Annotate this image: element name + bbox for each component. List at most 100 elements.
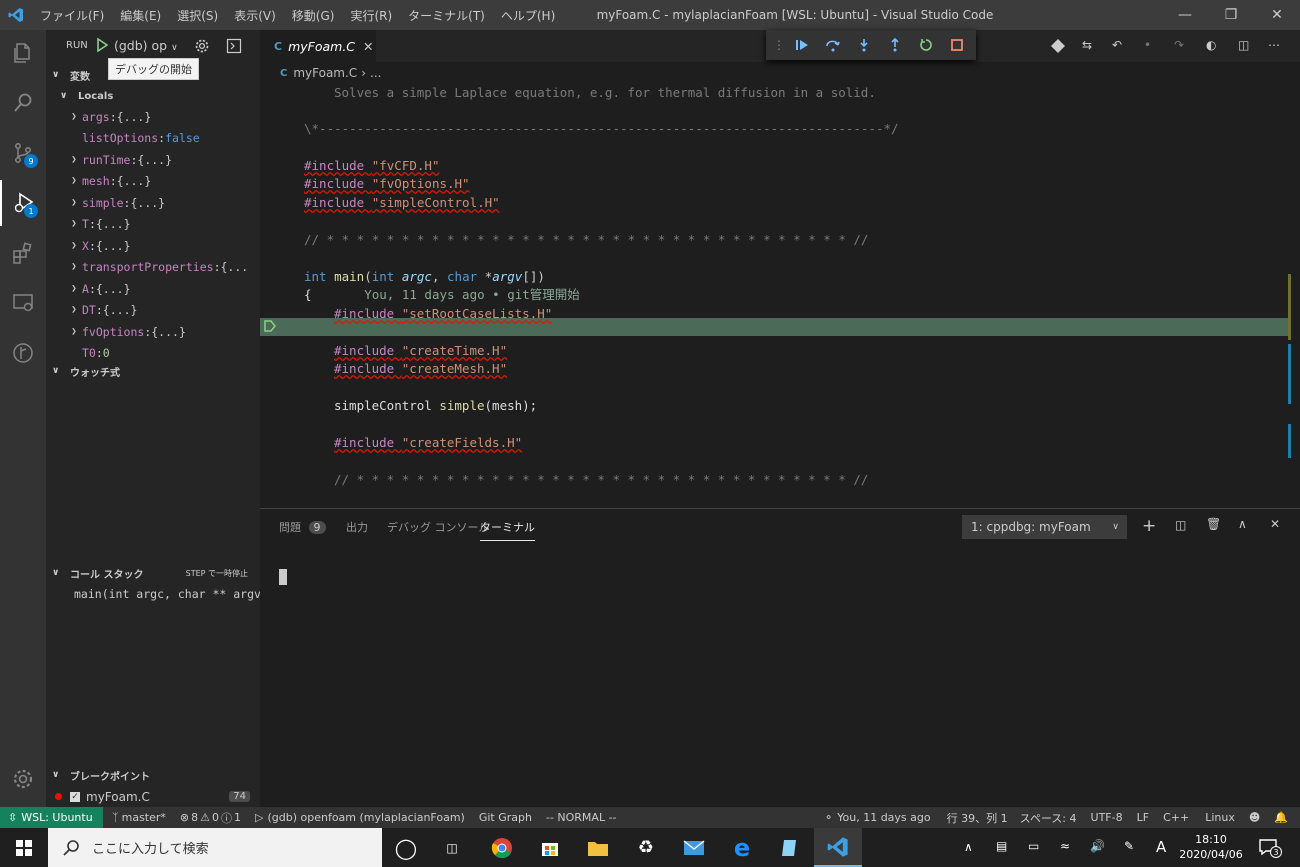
step-out-icon[interactable] [879, 30, 910, 60]
callstack-section-header[interactable]: ∨ コール スタック STEP で一時停止 [46, 562, 260, 584]
info-count[interactable]: 1 [234, 811, 241, 824]
remote-explorer-icon[interactable] [0, 280, 46, 326]
network-status-icon[interactable]: ▤ [996, 839, 1007, 853]
source-control-icon[interactable]: 9 [0, 130, 46, 176]
menu-terminal[interactable]: ターミナル(T) [400, 7, 493, 24]
tab-myfoam[interactable]: C myFoam.C ✕ [260, 30, 376, 62]
windows-start-icon[interactable] [0, 828, 48, 867]
warning-count[interactable]: 0 [212, 811, 219, 824]
debug-config-select[interactable]: (gdb) op ∨ [114, 38, 178, 53]
taskbar-search-box[interactable]: ここに入力して検索 [48, 828, 382, 867]
variable-item[interactable]: ❯ simple: {...} [46, 192, 260, 213]
debug-config-status[interactable]: (gdb) openfoam (mylaplacianFoam) [267, 811, 464, 824]
extensions-icon[interactable] [0, 230, 46, 276]
breakpoint-item[interactable]: ✓ myFoam.C 74 [46, 786, 260, 807]
tab-terminal[interactable]: ターミナル [480, 519, 535, 541]
code-editor[interactable]: Solves a simple Laplace equation, e.g. f… [260, 84, 1300, 506]
breakpoint-checkbox[interactable]: ✓ [70, 791, 80, 802]
menu-file[interactable]: ファイル(F) [32, 7, 112, 24]
run-debug-icon[interactable]: 1 [0, 180, 46, 226]
variable-item[interactable]: ❯ X: {...} [46, 235, 260, 256]
eol[interactable]: LF [1137, 811, 1149, 824]
chevron-right-icon[interactable]: ❯ [68, 155, 80, 165]
restart-icon[interactable] [910, 30, 941, 60]
variable-item[interactable]: ❯ T: {...} [46, 214, 260, 235]
explorer-icon[interactable] [0, 30, 46, 76]
notification-center-icon[interactable]: 3 [1258, 838, 1282, 858]
battery-icon[interactable]: ▭ [1028, 839, 1039, 853]
chevron-right-icon[interactable]: ❯ [68, 284, 80, 294]
variable-item[interactable]: listOptions: false [46, 128, 260, 149]
clock[interactable]: 18:10 2020/04/06 [1178, 832, 1244, 862]
timeline-icon[interactable]: • [1144, 38, 1151, 52]
blame-status[interactable]: You, 11 days ago [837, 811, 930, 824]
bell-icon[interactable]: 🔔 [1274, 811, 1288, 824]
wifi-icon[interactable]: ≈ [1060, 839, 1070, 853]
chevron-right-icon[interactable]: ❯ [68, 219, 80, 229]
maximize-panel-icon[interactable]: ∧ [1238, 517, 1247, 531]
tab-problems[interactable]: 問題 9 [279, 519, 326, 535]
chevron-right-icon[interactable]: ❯ [68, 305, 80, 315]
stop-icon[interactable] [941, 30, 972, 60]
terminal-select[interactable]: 1: cppdbg: myFoam ∨ [962, 515, 1127, 539]
store-icon[interactable] [526, 828, 574, 867]
chevron-right-icon[interactable]: ❯ [68, 112, 80, 122]
indent-spaces[interactable]: スペース: 4 [1020, 810, 1077, 826]
branch-label[interactable]: master* [122, 811, 166, 824]
close-panel-icon[interactable]: ✕ [1270, 517, 1280, 531]
minimize-button[interactable]: — [1162, 0, 1208, 30]
go-back-icon[interactable]: ↶ [1112, 38, 1122, 52]
notepad-icon[interactable] [766, 828, 814, 867]
compare-changes-icon[interactable]: ⇆ [1082, 38, 1092, 52]
menu-view[interactable]: 表示(V) [226, 7, 284, 24]
search-icon[interactable] [0, 80, 46, 126]
chevron-right-icon[interactable]: ❯ [68, 327, 80, 337]
tab-debug-console[interactable]: デバッグ コンソール [387, 519, 490, 535]
variable-item[interactable]: ❯ runTime: {...} [46, 149, 260, 170]
trash-icon[interactable]: 🗑 [1206, 517, 1221, 531]
chevron-right-icon[interactable]: ❯ [68, 198, 80, 208]
chrome-icon[interactable] [478, 828, 526, 867]
callstack-frame[interactable]: main(int argc, char ** argv [46, 583, 260, 604]
pen-icon[interactable]: ✎ [1124, 839, 1134, 853]
variable-item[interactable]: ❯ mesh: {...} [46, 171, 260, 192]
variable-item[interactable]: ❯ fvOptions: {...} [46, 321, 260, 342]
file-explorer-icon[interactable] [574, 828, 622, 867]
debug-console-icon[interactable] [226, 38, 242, 54]
ime-indicator[interactable]: A [1156, 838, 1166, 856]
language-mode[interactable]: C++ [1163, 811, 1189, 824]
chevron-right-icon[interactable]: ❯ [68, 241, 80, 251]
error-count[interactable]: 8 [191, 811, 198, 824]
menu-selection[interactable]: 選択(S) [169, 7, 226, 24]
breadcrumb-symbol[interactable]: ... [370, 66, 381, 80]
breakpoints-section-header[interactable]: ∨ ブレークポイント [46, 764, 260, 786]
menu-run[interactable]: 実行(R) [342, 7, 400, 24]
chevron-right-icon[interactable]: ❯ [68, 262, 80, 272]
variable-item[interactable]: ❯ DT: {...} [46, 300, 260, 321]
settings-gear-icon[interactable] [0, 756, 46, 802]
remote-indicator[interactable]: ⇳ WSL: Ubuntu [0, 807, 103, 828]
more-actions-icon[interactable]: ⋯ [1268, 38, 1280, 52]
menu-edit[interactable]: 編集(E) [112, 7, 169, 24]
go-forward-icon[interactable]: ↷ [1174, 38, 1184, 52]
app-icon[interactable]: ♻ [622, 828, 670, 867]
feedback-icon[interactable]: ☻ [1249, 811, 1260, 824]
variable-item[interactable]: ❯ transportProperties: {... [46, 257, 260, 278]
new-terminal-icon[interactable]: + [1142, 516, 1156, 536]
cortana-icon[interactable]: ◯ [382, 828, 430, 867]
locals-scope[interactable]: ∨ Locals [46, 85, 260, 107]
restore-button[interactable]: ❐ [1208, 0, 1254, 30]
variable-item[interactable]: ❯ args: {...} [46, 106, 260, 127]
menu-go[interactable]: 移動(G) [284, 7, 343, 24]
debug-settings-gear-icon[interactable] [194, 38, 210, 54]
encoding[interactable]: UTF-8 [1091, 811, 1123, 824]
step-over-icon[interactable] [817, 30, 848, 60]
os-indicator[interactable]: Linux [1205, 811, 1235, 824]
terminal-cursor[interactable] [279, 569, 287, 585]
close-tab-icon[interactable]: ✕ [363, 39, 373, 54]
git-graph-icon[interactable] [0, 330, 46, 376]
mail-icon[interactable] [670, 828, 718, 867]
volume-icon[interactable]: 🔊 [1090, 839, 1105, 853]
watch-section-header[interactable]: ∨ ウォッチ式 [46, 360, 260, 382]
step-into-icon[interactable] [848, 30, 879, 60]
